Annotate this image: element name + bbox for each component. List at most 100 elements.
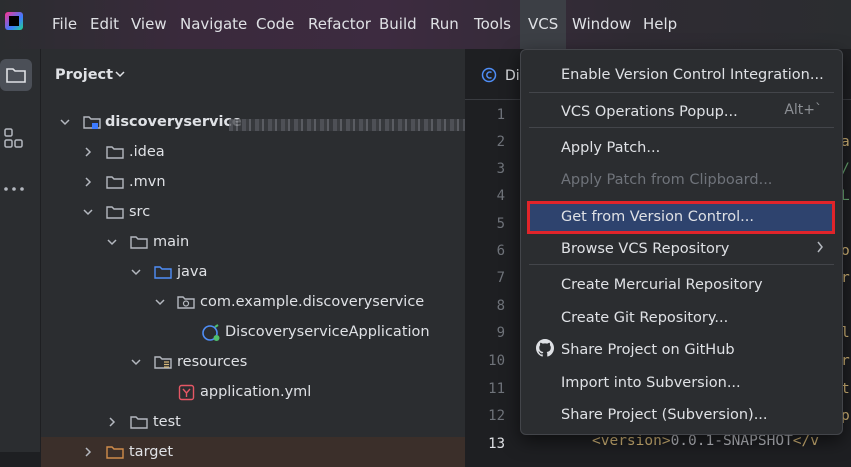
menu-separator <box>529 264 834 265</box>
menu-code[interactable]: Code <box>256 0 294 49</box>
chevron-down-icon[interactable] <box>130 266 142 278</box>
chevron-down-icon[interactable] <box>114 70 126 80</box>
tree-item-label: src <box>129 204 151 220</box>
tree-item-label: target <box>129 444 174 460</box>
menu-refactor[interactable]: Refactor <box>308 0 371 49</box>
chevron-down-icon[interactable] <box>82 206 94 218</box>
tree-item-mvn[interactable]: .mvn <box>41 167 465 197</box>
tree-item-label: discoveryservice <box>105 114 242 130</box>
excluded-folder-icon <box>106 446 124 459</box>
folder-icon <box>130 416 148 429</box>
chevron-down-icon[interactable] <box>59 116 71 128</box>
github-icon <box>536 339 554 357</box>
menu-view-label: View <box>131 15 167 33</box>
menu-item-label: Apply Patch... <box>561 140 661 156</box>
menu-file[interactable]: File <box>52 0 77 49</box>
menu-help[interactable]: Help <box>643 0 677 49</box>
tree-item-label: .idea <box>129 144 165 160</box>
chevron-down-icon[interactable] <box>106 236 118 248</box>
tree-item-java[interactable]: java <box>41 257 465 287</box>
menu-tools[interactable]: Tools <box>474 0 511 49</box>
folder-icon <box>106 206 124 219</box>
resources-folder-icon <box>154 356 172 369</box>
menu-item-apply-patch[interactable]: Apply Patch... <box>561 138 660 158</box>
code-line-version[interactable]: <version>0.0.1-SNAPSHOT</v <box>592 433 819 449</box>
tree-item-label: com.example.discoveryservice <box>200 294 425 310</box>
menu-item-create-mercurial-repository[interactable]: Create Mercurial Repository <box>561 275 763 295</box>
xml-close-tag: </v <box>792 433 819 449</box>
tree-item-label: test <box>153 414 181 430</box>
main-menu-bar: File Edit View Navigate Code Refactor Bu… <box>0 0 851 49</box>
line-number: 5 <box>496 216 505 232</box>
chevron-right-icon[interactable] <box>106 416 118 428</box>
folder-icon <box>106 146 124 159</box>
chevron-right-icon[interactable] <box>82 176 94 188</box>
tree-item-label: DiscoveryserviceApplication <box>225 324 430 340</box>
tree-item-application-class[interactable]: DiscoveryserviceApplication <box>41 317 465 347</box>
menu-build[interactable]: Build <box>379 0 417 49</box>
menu-item-label: VCS Operations Popup... <box>561 104 738 120</box>
menu-item-enable-vcs-integration[interactable]: Enable Version Control Integration... <box>561 65 824 85</box>
menu-item-label: Share Project (Subversion)... <box>561 407 768 423</box>
menu-item-share-on-github[interactable]: Share Project on GitHub <box>561 340 735 360</box>
more-tools-button[interactable] <box>0 173 32 205</box>
menu-item-label: Share Project on GitHub <box>561 342 735 358</box>
menu-vcs[interactable]: VCS <box>520 0 567 49</box>
menu-item-label: Apply Patch from Clipboard... <box>561 172 773 188</box>
menu-window-label: Window <box>572 15 632 33</box>
project-panel: Project discoveryservice .idea .mvn src … <box>41 49 465 467</box>
menu-navigate[interactable]: Navigate <box>180 0 247 49</box>
module-folder-icon <box>83 116 101 129</box>
tree-item-package[interactable]: com.example.discoveryservice <box>41 287 465 317</box>
menu-view[interactable]: View <box>131 0 167 49</box>
tree-item-src[interactable]: src <box>41 197 465 227</box>
structure-icon <box>4 128 23 148</box>
app-logo-icon[interactable] <box>5 12 23 30</box>
menu-separator <box>529 92 834 93</box>
tree-item-application-yml[interactable]: application.yml <box>41 377 465 407</box>
editor-tab-label: Di <box>505 68 520 84</box>
menu-edit[interactable]: Edit <box>90 0 119 49</box>
project-tool-button[interactable] <box>0 59 32 91</box>
tree-item-label: main <box>153 234 190 250</box>
shortcut-label: Alt+` <box>784 102 822 118</box>
menu-item-label: Browse VCS Repository <box>561 241 730 257</box>
menu-window[interactable]: Window <box>572 0 631 49</box>
line-number: 8 <box>496 298 505 314</box>
menu-run[interactable]: Run <box>430 0 459 49</box>
menu-item-get-from-version-control[interactable]: Get from Version Control... <box>561 207 754 227</box>
source-folder-icon <box>154 266 172 279</box>
line-number-current: 13 <box>488 436 505 452</box>
menu-item-share-project-subversion[interactable]: Share Project (Subversion)... <box>561 405 768 425</box>
spring-boot-class-icon <box>202 324 220 341</box>
line-number: 3 <box>496 161 505 177</box>
menu-build-label: Build <box>379 15 417 33</box>
chevron-right-icon[interactable] <box>82 146 94 158</box>
menu-vcs-label: VCS <box>528 15 559 33</box>
chevron-down-icon[interactable] <box>154 296 166 308</box>
menu-item-create-git-repository[interactable]: Create Git Repository... <box>561 308 728 328</box>
tree-item-test[interactable]: test <box>41 407 465 437</box>
project-panel-title[interactable]: Project <box>55 67 113 83</box>
chevron-down-icon[interactable] <box>130 356 142 368</box>
tree-item-label: application.yml <box>200 384 312 400</box>
tree-item-resources[interactable]: resources <box>41 347 465 377</box>
editor-tab[interactable]: Di <box>481 67 520 84</box>
tree-item-label: resources <box>177 354 248 370</box>
menu-navigate-label: Navigate <box>180 15 248 33</box>
menu-item-label: Import into Subversion... <box>561 375 741 391</box>
menu-item-apply-patch-from-clipboard[interactable]: Apply Patch from Clipboard... <box>561 170 772 190</box>
structure-tool-button[interactable] <box>0 123 32 155</box>
menu-item-import-into-subversion[interactable]: Import into Subversion... <box>561 373 741 393</box>
menu-tools-label: Tools <box>474 15 511 33</box>
folder-icon <box>130 236 148 249</box>
menu-item-browse-vcs-repository[interactable]: Browse VCS Repository <box>561 239 729 259</box>
tree-item-main[interactable]: main <box>41 227 465 257</box>
menu-refactor-label: Refactor <box>308 15 371 33</box>
tree-item-idea[interactable]: .idea <box>41 137 465 167</box>
line-number: 1 <box>496 107 505 123</box>
menu-item-vcs-operations-popup[interactable]: VCS Operations Popup... <box>561 102 738 122</box>
tree-item-target[interactable]: target <box>41 437 465 467</box>
chevron-right-icon[interactable] <box>82 446 94 458</box>
menu-item-label: Enable Version Control Integration... <box>561 67 824 83</box>
